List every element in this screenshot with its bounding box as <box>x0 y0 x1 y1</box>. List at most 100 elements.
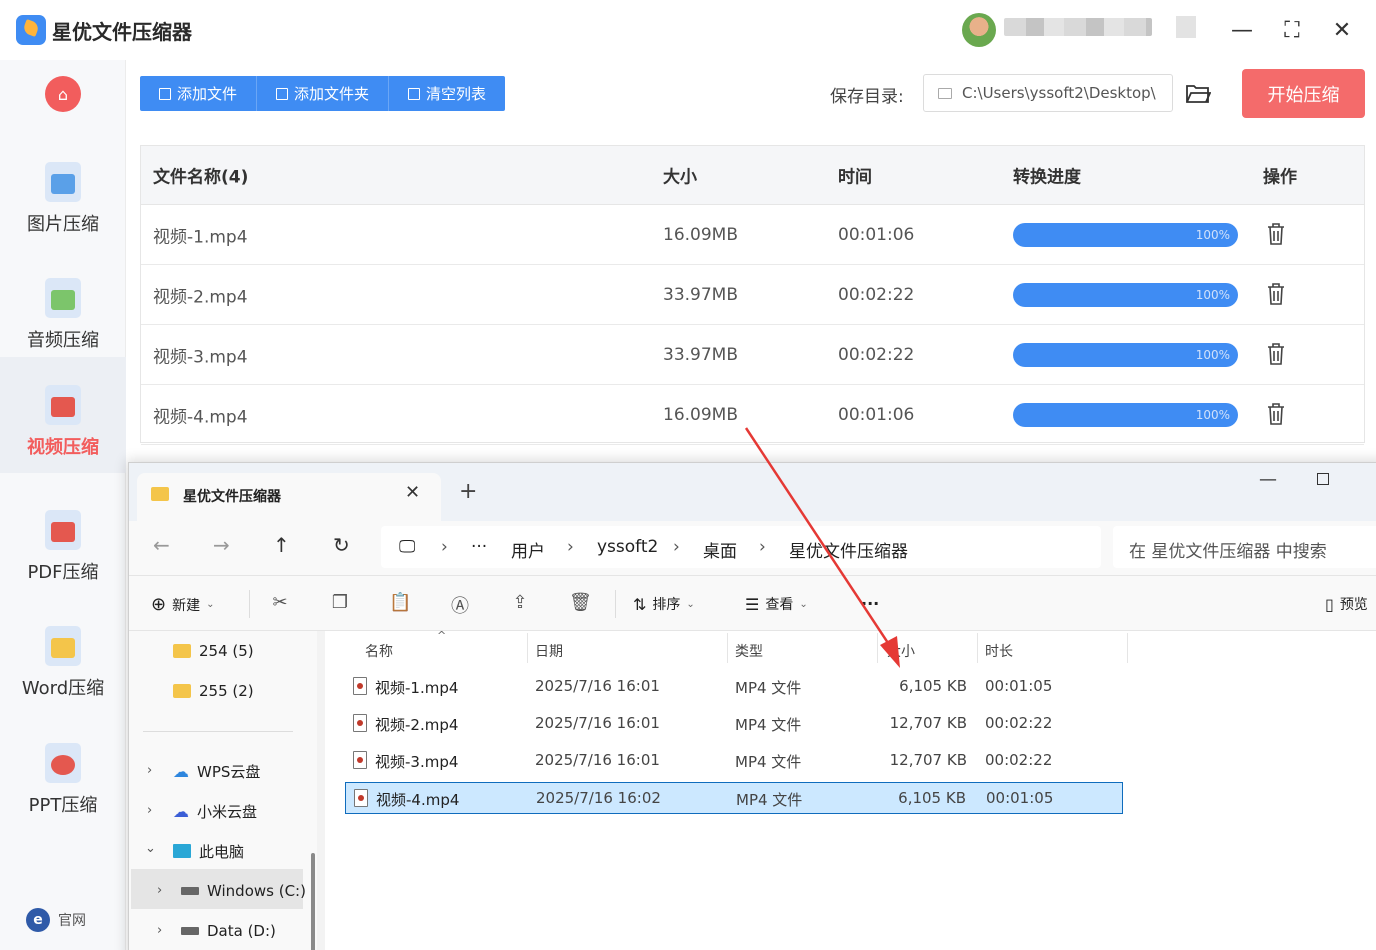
home-icon[interactable]: ⌂ <box>45 76 81 112</box>
breadcrumb-user[interactable]: yssoft2 <box>597 537 658 557</box>
breadcrumb-desktop[interactable]: 桌面 <box>703 537 737 562</box>
file-date: 2025/7/16 16:01 <box>535 714 660 732</box>
tree-item-xiaomi[interactable]: ☁ 小米云盘 <box>173 795 257 827</box>
new-tab-button[interactable]: + <box>459 479 477 504</box>
column-divider[interactable] <box>1127 633 1128 663</box>
chevron-right-icon[interactable]: › <box>147 803 152 818</box>
file-row-selected[interactable]: 视频-4.mp4 2025/7/16 16:02 MP4 文件 6,105 KB… <box>345 782 1123 814</box>
tree-item-drive-c[interactable]: Windows (C:) <box>181 875 306 907</box>
tree-folder-label: 255 (2) <box>199 682 254 700</box>
column-divider[interactable] <box>527 633 528 663</box>
column-divider[interactable] <box>727 633 728 663</box>
progress-bar: 100% <box>1013 403 1238 427</box>
explorer-minimize-button[interactable]: — <box>1259 469 1277 490</box>
up-arrow-icon[interactable]: ↑ <box>273 533 290 557</box>
start-compress-button[interactable]: 开始压缩 <box>1242 69 1365 118</box>
sidebar-item-label: 音频压缩 <box>27 330 99 351</box>
add-file-button[interactable]: 添加文件 <box>140 76 258 111</box>
sort-button[interactable]: ⇅ 排序 ⌄ <box>633 594 695 614</box>
file-duration: 00:02:22 <box>985 714 1053 732</box>
delete-icon[interactable] <box>1267 343 1285 365</box>
back-arrow-icon[interactable]: ← <box>153 533 170 557</box>
chevron-down-icon[interactable]: ⌄ <box>145 841 156 856</box>
chevron-right-icon[interactable]: › <box>157 923 162 938</box>
sidebar-item-video[interactable]: 视频压缩 <box>0 357 126 473</box>
table-row[interactable]: 视频-1.mp4 16.09MB 00:01:06 100% <box>141 205 1364 265</box>
preview-pane-button[interactable]: ▯ 预览 <box>1325 594 1368 614</box>
delete-icon[interactable] <box>1267 223 1285 245</box>
user-name-blurred[interactable] <box>1004 18 1152 36</box>
file-action-group: 添加文件 添加文件夹 清空列表 <box>140 76 506 111</box>
nav-pane-scrollbar[interactable] <box>311 853 315 950</box>
add-file-label: 添加文件 <box>177 85 238 103</box>
file-size: 6,105 KB <box>899 677 967 695</box>
more-options-button[interactable]: ··· <box>861 594 879 613</box>
tree-folder[interactable]: 255 (2) <box>173 675 254 707</box>
browser-icon: e <box>26 908 50 932</box>
table-row[interactable]: 视频-2.mp4 33.97MB 00:02:22 100% <box>141 265 1364 325</box>
column-header-duration[interactable]: 时长 <box>985 641 1013 661</box>
breadcrumb-ellipsis[interactable]: ··· <box>471 537 487 557</box>
app-titlebar: 星优文件压缩器 — ⛶ ✕ <box>0 0 1376 60</box>
file-size: 33.97MB <box>663 344 738 365</box>
paste-icon[interactable]: 📋 <box>389 592 411 614</box>
breadcrumb-current[interactable]: 星优文件压缩器 <box>789 537 908 562</box>
column-header-type[interactable]: 类型 <box>735 641 763 661</box>
user-menu-icon[interactable] <box>1176 16 1196 38</box>
copy-icon[interactable]: ❐ <box>329 592 351 614</box>
explorer-maximize-button[interactable] <box>1317 473 1329 485</box>
sidebar-item-image[interactable]: 图片压缩 <box>0 134 126 250</box>
table-row[interactable]: 视频-4.mp4 16.09MB 00:01:06 100% <box>141 385 1364 445</box>
view-button[interactable]: ☰ 查看 ⌄ <box>745 594 808 614</box>
video-file-icon <box>354 789 368 807</box>
new-button[interactable]: ⊕ 新建 ⌄ <box>151 594 214 615</box>
user-avatar[interactable] <box>962 13 996 47</box>
address-bar[interactable]: 🖵 › ··· 用户 › yssoft2 › 桌面 › 星优文件压缩器 <box>381 526 1101 568</box>
search-input[interactable]: 在 星优文件压缩器 中搜索 <box>1113 526 1376 568</box>
breadcrumb-users[interactable]: 用户 <box>511 537 545 562</box>
add-folder-button[interactable]: 添加文件夹 <box>257 76 390 111</box>
column-divider[interactable] <box>877 633 878 663</box>
tree-item-drive-d[interactable]: Data (D:) <box>181 915 276 947</box>
file-row[interactable]: 视频-1.mp4 2025/7/16 16:01 MP4 文件 6,105 KB… <box>345 671 1123 703</box>
column-header-size[interactable]: 大小 <box>887 641 915 661</box>
column-header-name[interactable]: 名称 <box>365 641 393 661</box>
sidebar-item-pdf[interactable]: PDF压缩 <box>0 482 126 598</box>
official-site-link[interactable]: e 官网 <box>26 908 86 932</box>
col-header-action: 操作 <box>1263 167 1297 188</box>
file-row[interactable]: 视频-2.mp4 2025/7/16 16:01 MP4 文件 12,707 K… <box>345 708 1123 740</box>
clear-list-button[interactable]: 清空列表 <box>389 76 505 111</box>
refresh-icon[interactable]: ↻ <box>333 533 350 557</box>
file-size: 12,707 KB <box>889 751 967 769</box>
close-tab-icon[interactable]: ✕ <box>405 482 420 503</box>
tree-item-wps[interactable]: ☁ WPS云盘 <box>173 755 260 787</box>
file-row[interactable]: 视频-3.mp4 2025/7/16 16:01 MP4 文件 12,707 K… <box>345 745 1123 777</box>
column-divider[interactable] <box>977 633 978 663</box>
maximize-button[interactable]: ⛶ <box>1276 14 1308 46</box>
delete-icon[interactable] <box>1267 403 1285 425</box>
chevron-right-icon[interactable]: › <box>157 883 162 898</box>
tree-item-this-pc[interactable]: 此电脑 <box>173 835 244 867</box>
tree-folder[interactable]: 254 (5) <box>173 635 254 667</box>
explorer-tab[interactable]: 星优文件压缩器 ✕ <box>137 473 441 521</box>
share-icon[interactable]: ⇪ <box>509 592 531 614</box>
folder-open-icon[interactable] <box>1185 82 1211 104</box>
delete-icon[interactable]: 🗑 <box>569 592 592 614</box>
chevron-right-icon[interactable]: › <box>147 763 152 778</box>
sidebar-item-ppt[interactable]: PPT压缩 <box>0 715 126 831</box>
rename-icon[interactable]: Ⓐ <box>449 592 471 617</box>
delete-icon[interactable] <box>1267 283 1285 305</box>
sidebar-item-label: 视频压缩 <box>27 437 99 458</box>
save-dir-input[interactable]: C:\Users\yssoft2\Desktop\ <box>923 74 1173 112</box>
cut-icon[interactable]: ✂ <box>269 592 291 614</box>
table-row[interactable]: 视频-3.mp4 33.97MB 00:02:22 100% <box>141 325 1364 385</box>
file-duration: 00:02:22 <box>985 751 1053 769</box>
sidebar-item-word[interactable]: Word压缩 <box>0 598 126 714</box>
sidebar-item-audio[interactable]: 音频压缩 <box>0 250 126 366</box>
file-type: MP4 文件 <box>736 791 803 809</box>
sort-icon: ⇅ <box>633 594 647 614</box>
minimize-button[interactable]: — <box>1226 14 1258 46</box>
close-button[interactable]: ✕ <box>1326 14 1358 46</box>
forward-arrow-icon[interactable]: → <box>213 533 230 557</box>
column-header-date[interactable]: 日期 <box>535 641 563 661</box>
